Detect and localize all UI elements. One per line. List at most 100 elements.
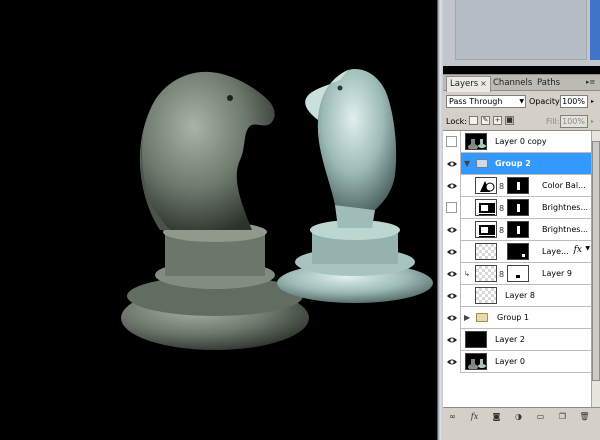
- trash-icon[interactable]: 🗑: [579, 411, 590, 422]
- right-knight: [277, 68, 433, 303]
- layer-name: Group 2: [495, 159, 531, 168]
- group-expanded-chevron-icon[interactable]: ▼: [464, 159, 470, 169]
- link-layers-icon[interactable]: ∞: [447, 411, 458, 422]
- layers-list: Layer 0 copy ▼ Group 2 8 Color Bal... 8 …: [443, 131, 591, 407]
- new-layer-icon[interactable]: ❐: [557, 411, 568, 422]
- tab-layers[interactable]: Layers ×: [446, 76, 491, 92]
- chevron-down-icon[interactable]: ▼: [585, 245, 590, 252]
- link-icon[interactable]: 8: [499, 226, 505, 235]
- visibility-toggle[interactable]: [443, 351, 461, 373]
- fill-input[interactable]: 100%: [560, 115, 588, 128]
- visibility-toggle[interactable]: [443, 153, 461, 175]
- dock-scroll-accent[interactable]: [590, 0, 600, 60]
- tab-channels[interactable]: Channels: [490, 76, 535, 91]
- layer-row-layer-0[interactable]: Layer 0: [443, 351, 591, 373]
- new-group-icon[interactable]: ▭: [535, 411, 546, 422]
- layer-mask-thumbnail[interactable]: [507, 221, 529, 238]
- eye-icon: [447, 227, 457, 233]
- fx-icon[interactable]: fx: [574, 245, 582, 255]
- tab-paths[interactable]: Paths: [534, 76, 563, 91]
- opacity-label: Opacity:: [529, 97, 562, 106]
- layer-row-layer-8[interactable]: Layer 8: [443, 285, 591, 307]
- layer-name: Brightnes...: [542, 225, 589, 234]
- lock-position-icon[interactable]: +: [493, 116, 502, 125]
- layer-row-layer-fx[interactable]: Laye... fx ▼: [443, 241, 591, 263]
- tab-channels-label: Channels: [493, 78, 533, 88]
- layer-row-group-2[interactable]: ▼ Group 2: [443, 153, 591, 175]
- visibility-toggle[interactable]: [443, 285, 461, 307]
- layer-row-layer-2[interactable]: Layer 2: [443, 329, 591, 351]
- eye-icon: [447, 315, 457, 321]
- clipping-arrow-icon: ↳: [464, 270, 470, 278]
- chevron-down-icon: ▼: [519, 98, 524, 105]
- blend-row: Pass Through ▼ Opacity: 100% ▸: [443, 92, 600, 112]
- adjustment-icon[interactable]: ◑: [513, 411, 524, 422]
- chess-knights-image: [121, 68, 433, 350]
- lock-pixels-icon[interactable]: ✎: [481, 116, 490, 125]
- lock-transparency-icon[interactable]: [469, 116, 478, 125]
- link-icon[interactable]: 8: [499, 204, 505, 213]
- fill-slider-arrow-icon[interactable]: ▸: [591, 115, 594, 128]
- layer-row-brightness-hidden[interactable]: 8 Brightnes...: [443, 197, 591, 219]
- hidden-eye-slot-icon: [446, 202, 457, 213]
- lock-label: Lock:: [446, 117, 467, 126]
- layer-mask-thumbnail[interactable]: [507, 177, 529, 194]
- lock-all-icon[interactable]: ■: [505, 116, 514, 125]
- visibility-toggle[interactable]: [443, 197, 461, 219]
- layer-row-color-balance[interactable]: 8 Color Bal...: [443, 175, 591, 197]
- brightness-adjustment-icon: [475, 221, 497, 238]
- eye-icon: [447, 359, 457, 365]
- layer-name: Laye...: [542, 247, 569, 256]
- layers-panel-footer: ∞ fx ◙ ◑ ▭ ❐ 🗑: [443, 407, 600, 440]
- layer-name: Brightnes...: [542, 203, 589, 212]
- visibility-toggle[interactable]: [443, 241, 461, 263]
- folder-icon: [476, 313, 488, 322]
- layer-name: Color Bal...: [542, 181, 586, 190]
- blend-mode-select[interactable]: Pass Through ▼: [446, 95, 526, 108]
- eye-icon: [447, 183, 457, 189]
- panel-menu-icon[interactable]: ▸≡: [586, 78, 596, 87]
- visibility-toggle[interactable]: [443, 329, 461, 351]
- layer-name: Layer 2: [495, 335, 525, 344]
- layer-row-group-1[interactable]: ▶ Group 1: [443, 307, 591, 329]
- add-mask-icon[interactable]: ◙: [491, 411, 502, 422]
- visibility-toggle[interactable]: [443, 263, 461, 285]
- link-icon[interactable]: 8: [499, 270, 505, 279]
- document-canvas[interactable]: [0, 0, 437, 440]
- visibility-toggle[interactable]: [443, 131, 461, 153]
- opacity-slider-arrow-icon[interactable]: ▸: [591, 95, 594, 108]
- brightness-adjustment-icon: [475, 199, 497, 216]
- layer-row-layer-9[interactable]: ↳ 8 Layer 9: [443, 263, 591, 285]
- layers-panel: Layers × Channels Paths ▸≡ Pass Through ▼…: [443, 74, 600, 440]
- lock-row: Lock: ✎ + ■ Fill: 100% ▸: [443, 112, 600, 131]
- knights-thumbnail-icon: [468, 359, 486, 369]
- layer-thumbnail: [465, 331, 487, 348]
- layer-name: Layer 0: [495, 357, 525, 366]
- close-icon[interactable]: ×: [480, 79, 487, 88]
- layer-name: Layer 0 copy: [495, 137, 547, 146]
- layer-name: Layer 9: [542, 269, 572, 278]
- layer-thumbnail: [465, 133, 487, 150]
- eye-icon: [447, 271, 457, 277]
- fx-icon[interactable]: fx: [469, 411, 480, 422]
- layer-thumbnail: [475, 287, 497, 304]
- layer-mask-thumbnail[interactable]: [507, 243, 529, 260]
- knights-thumbnail-icon: [468, 139, 486, 149]
- layers-scrollbar[interactable]: [591, 131, 600, 407]
- layer-mask-thumbnail[interactable]: [507, 199, 529, 216]
- link-icon[interactable]: 8: [499, 182, 505, 191]
- layer-row-brightness[interactable]: 8 Brightnes...: [443, 219, 591, 241]
- opacity-input[interactable]: 100%: [560, 95, 588, 108]
- color-balance-adjustment-icon: [475, 177, 497, 194]
- visibility-toggle[interactable]: [443, 175, 461, 197]
- scrollbar-thumb[interactable]: [592, 141, 600, 381]
- group-collapsed-chevron-icon[interactable]: ▶: [464, 313, 470, 323]
- layer-mask-thumbnail[interactable]: [507, 265, 529, 282]
- layer-row-layer-0-copy[interactable]: Layer 0 copy: [443, 131, 591, 153]
- collapsed-panel-area: [455, 0, 587, 60]
- tab-paths-label: Paths: [537, 78, 561, 88]
- visibility-toggle[interactable]: [443, 307, 461, 329]
- visibility-toggle[interactable]: [443, 219, 461, 241]
- hidden-eye-slot-icon: [446, 136, 457, 147]
- panel-tabs: Layers × Channels Paths ▸≡: [443, 75, 600, 92]
